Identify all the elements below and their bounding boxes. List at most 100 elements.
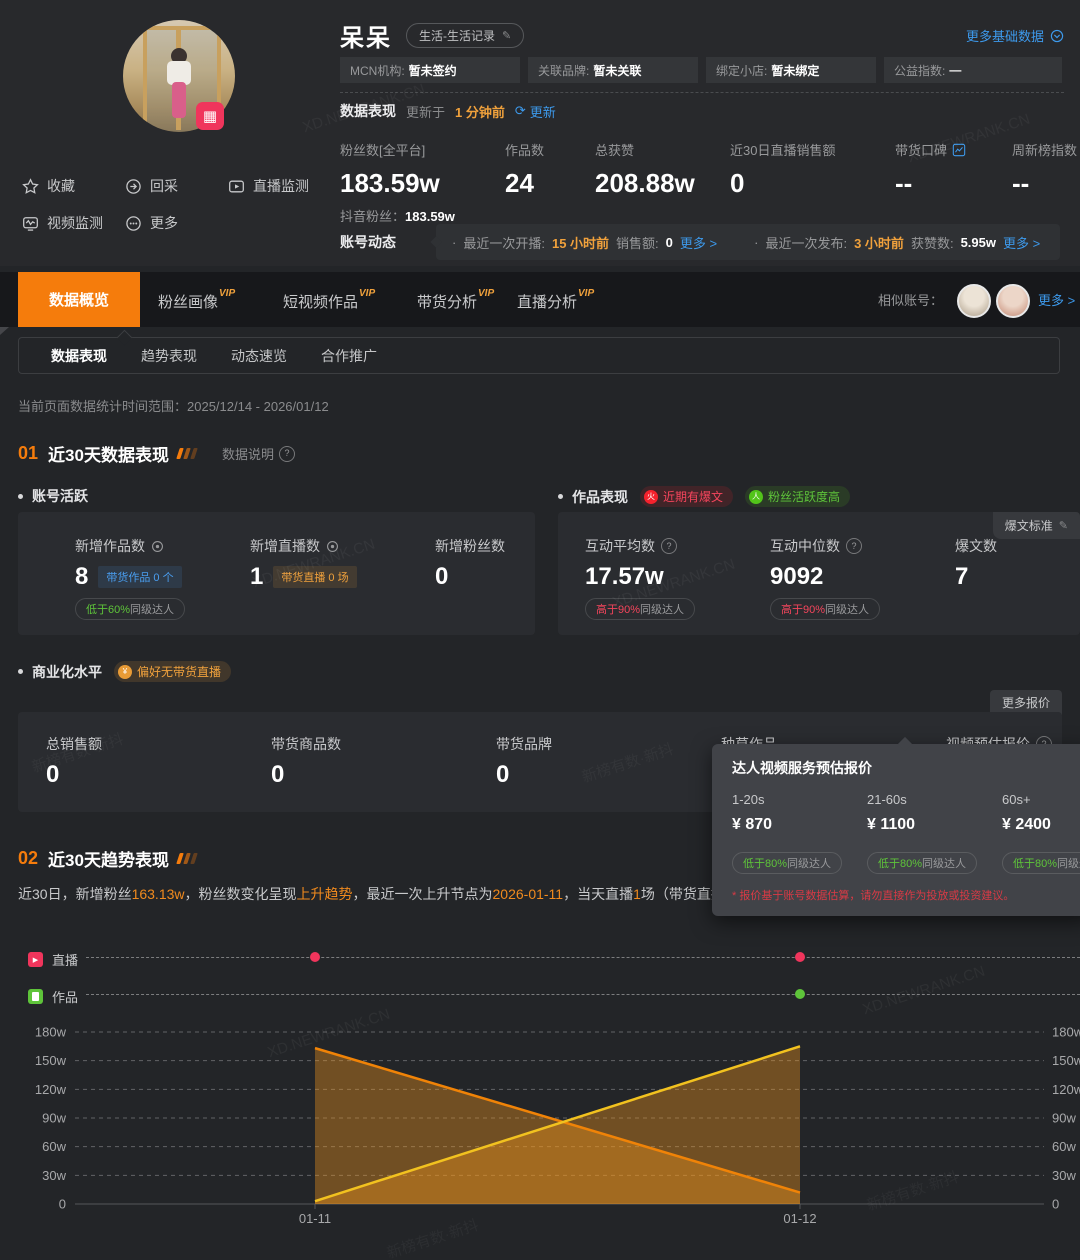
svg-text:150w: 150w [1052, 1053, 1080, 1068]
new-lives-label: 新增直播数 [250, 536, 320, 556]
commerce-score-label: 带货口碑 [895, 140, 947, 159]
bullet-icon [558, 494, 563, 499]
chart-icon[interactable] [952, 143, 966, 157]
post-more-link[interactable]: 更多 > [1003, 233, 1040, 252]
commerce-score-value: -- [895, 168, 966, 199]
more-basic-data-link[interactable]: 更多基础数据 [966, 26, 1064, 45]
compare-pill: 高于90% 同级达人 [585, 598, 695, 620]
similar-more-link[interactable]: 更多 > [1038, 272, 1075, 327]
newrank-index-label: 周新榜指数 [1012, 140, 1077, 159]
category-tag[interactable]: 生活-生活记录 ✎ [406, 23, 524, 48]
data-perf-label: 数据表现 [340, 101, 396, 121]
compare-pill: 低于60% 同级达人 [75, 598, 185, 620]
tab-short-video[interactable]: 短视频作品VIP [283, 272, 375, 327]
legend-works-label: 作品 [52, 987, 78, 1006]
quote-col-21-60s: 21-60s ¥ 1100 [867, 792, 915, 834]
account-activity-card: 新增作品数 8 带货作品 0 个 新增直播数 1 带货直播 0 场 新增粉丝数 … [18, 512, 535, 635]
live-monitor-label: 直播监测 [253, 176, 309, 196]
active-fans-badge-label: 粉丝活跃度高 [768, 488, 840, 505]
compare-pill: 低于80%同级达人 [1002, 852, 1080, 874]
newrank-index-value: -- [1012, 168, 1077, 199]
svg-text:90w: 90w [1052, 1111, 1076, 1126]
quote-duration-label: 21-60s [867, 792, 915, 807]
compare-pill: 低于80%同级达人 [732, 852, 842, 874]
stats-row: 粉丝数[全平台] 183.59w 抖音粉丝：183.59w 作品数 24 总获赞… [340, 140, 1080, 220]
tab-label: 直播分析 [517, 291, 577, 312]
main-nav: 数据概览 粉丝画像VIP 短视频作品VIP 带货分析VIP 直播分析VIP 相似… [0, 272, 1080, 327]
douyin-followers-value: 183.59w [405, 209, 455, 224]
hot-works-standard-button[interactable]: 爆文标准 ✎ [993, 512, 1080, 539]
more-actions-button[interactable]: 更多 [125, 213, 178, 233]
compare-pill-rest: 同级达人 [922, 855, 966, 871]
eye-icon[interactable] [326, 540, 339, 553]
doc-glyph [32, 992, 39, 1001]
compare-pill-highlight: 低于80% [878, 855, 922, 871]
likes-stat: 总获赞 208.88w [595, 140, 695, 199]
vip-badge: VIP [219, 288, 235, 299]
live-monitor-button[interactable]: 直播监测 [228, 176, 309, 196]
dot: · [452, 235, 456, 250]
subtab-dynamics[interactable]: 动态速览 [231, 346, 287, 366]
updated-prefix: 更新于 [406, 102, 445, 121]
favorite-button[interactable]: 收藏 [22, 176, 75, 196]
compare-pill-rest: 同级达人 [825, 601, 869, 617]
person-icon: 人 [749, 490, 763, 504]
question-icon[interactable]: ? [846, 538, 862, 554]
live-sales-val: 0 [666, 235, 673, 250]
avg-interaction-label: 互动平均数 [585, 536, 655, 556]
post-likes-val: 5.95w [961, 235, 996, 250]
live-monitor-icon [228, 178, 245, 195]
compare-pill-highlight: 低于60% [86, 601, 130, 617]
trend-chart: 180w180w150w150w120w120w90w90w60w60w30w3… [0, 1022, 1080, 1227]
video-monitor-button[interactable]: 视频监测 [22, 213, 103, 233]
svg-text:150w: 150w [35, 1053, 67, 1068]
activity-box: · 最近一次开播: 15 小时前 销售额: 0 更多 > · 最近一次发布: 3… [436, 224, 1060, 260]
updated-time: 1 分钟前 [455, 102, 505, 121]
quotes-icon [178, 448, 196, 459]
no-commerce-live-badge: ¥ 偏好无带货直播 [114, 661, 231, 682]
tab-commerce-analysis[interactable]: 带货分析VIP [417, 272, 494, 327]
video-monitor-label: 视频监测 [47, 213, 103, 233]
live-more-link[interactable]: 更多 > [680, 233, 717, 252]
total-sales-value: 0 [46, 761, 59, 789]
qr-code-badge-icon[interactable]: ▦ [196, 102, 224, 130]
commercial-level-group-title: 商业化水平 ¥ 偏好无带货直播 [18, 661, 231, 682]
recollect-button[interactable]: 回采 [125, 176, 178, 196]
legend-works[interactable]: 作品 [28, 987, 78, 1006]
subtab-trend[interactable]: 趋势表现 [141, 346, 197, 366]
likes-value: 208.88w [595, 168, 695, 199]
refresh-button[interactable]: ⟳ 更新 [515, 102, 556, 121]
profile-header: ▦ 收藏 回采 直播监测 视频监测 更多 呆呆 生活-生活记录 ✎ [0, 0, 1080, 266]
tab-fans-portrait[interactable]: 粉丝画像VIP [158, 272, 235, 327]
edit-icon[interactable]: ✎ [502, 29, 511, 42]
commerce-works-badge: 带货作品 0 个 [98, 566, 181, 588]
followers-value: 183.59w [340, 168, 455, 199]
compare-pill-rest: 同级达人 [1057, 855, 1080, 871]
favorite-label: 收藏 [47, 176, 75, 196]
svg-text:180w: 180w [1052, 1025, 1080, 1040]
post-likes-key: 获赞数: [911, 233, 954, 252]
date-range-text: 当前页面数据统计时间范围：2025/12/14 - 2026/01/12 [18, 396, 329, 415]
subtab-cooperation[interactable]: 合作推广 [321, 346, 377, 366]
compare-pill-highlight: 低于80% [743, 855, 787, 871]
avatar-photo-person [172, 82, 186, 118]
tab-live-analysis[interactable]: 直播分析VIP [517, 272, 594, 327]
subtab-data-performance[interactable]: 数据表现 [51, 346, 107, 366]
data-explain-link[interactable]: 数据说明 ? [222, 444, 295, 463]
section1-number: 01 [18, 443, 38, 464]
hot-works-standard-label: 爆文标准 [1005, 517, 1053, 534]
works-icon [28, 989, 43, 1004]
svg-text:120w: 120w [1052, 1082, 1080, 1097]
question-icon[interactable]: ? [661, 538, 677, 554]
similar-avatar[interactable] [957, 284, 991, 318]
legend-live[interactable]: ▶ 直播 [28, 950, 78, 969]
tab-data-overview[interactable]: 数据概览 [18, 272, 140, 327]
similar-avatar[interactable] [996, 284, 1030, 318]
hot-works-badge: 火 近期有爆文 [640, 486, 733, 507]
eye-icon[interactable] [151, 540, 164, 553]
newrank-index-stat: 周新榜指数 -- [1012, 140, 1077, 199]
shop-field: 绑定小店:暂未绑定 [706, 57, 876, 83]
svg-text:90w: 90w [42, 1111, 66, 1126]
svg-text:60w: 60w [42, 1139, 66, 1154]
basic-info-row: MCN机构:暂未签约 关联品牌:暂未关联 绑定小店:暂未绑定 公益指数:— [340, 57, 1062, 83]
